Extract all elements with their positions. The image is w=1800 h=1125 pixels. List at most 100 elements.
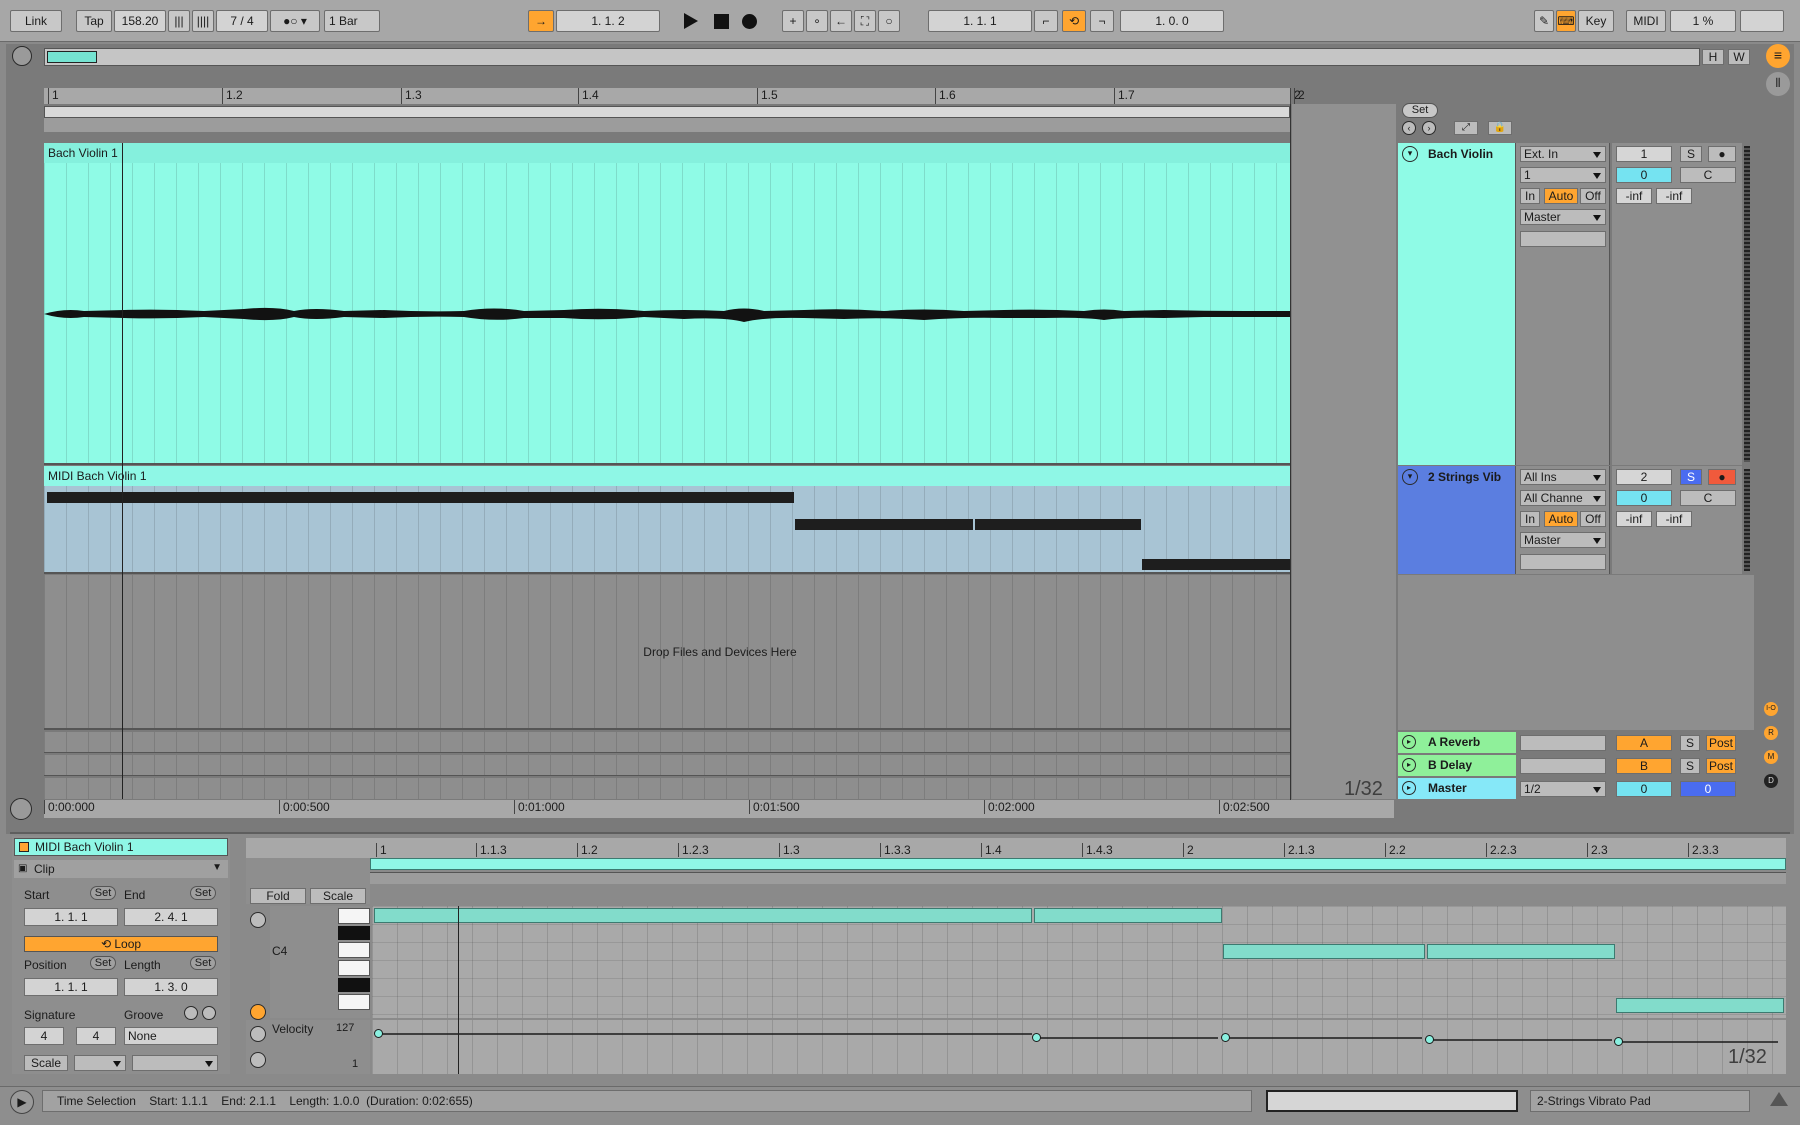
returns-toggle[interactable]: R xyxy=(1764,726,1778,740)
pan-field[interactable]: C xyxy=(1680,490,1736,506)
punch-out-icon[interactable]: ¬ xyxy=(1090,10,1114,32)
piano-keyboard[interactable]: C4 xyxy=(270,906,370,1018)
length-set-button[interactable]: Set xyxy=(190,956,216,970)
velocity-play-icon[interactable] xyxy=(250,1052,266,1068)
track-activator[interactable]: 1 xyxy=(1616,146,1672,162)
midi-note[interactable] xyxy=(1427,944,1615,959)
chevron-down-icon[interactable]: ▼ xyxy=(212,862,222,873)
tap-button[interactable]: Tap xyxy=(76,10,112,32)
white-key[interactable] xyxy=(338,908,370,924)
link-button[interactable]: Link xyxy=(10,10,62,32)
track-name[interactable]: 2 Strings Vib xyxy=(1428,470,1501,484)
loop-start-field[interactable]: 1. 1. 1 xyxy=(928,10,1032,32)
white-key[interactable] xyxy=(338,960,370,976)
master-volume-field[interactable]: 0 xyxy=(1616,781,1672,797)
output-dropdown[interactable]: Master xyxy=(1520,209,1606,225)
volume-field[interactable]: 0 xyxy=(1616,490,1672,506)
velocity-marker[interactable] xyxy=(1032,1033,1041,1042)
midi-editor-loop-bar[interactable] xyxy=(370,858,1786,870)
stop-icon[interactable] xyxy=(714,14,729,29)
post-button[interactable]: Post xyxy=(1706,758,1736,774)
master-name[interactable]: Master xyxy=(1428,781,1467,795)
midi-note[interactable] xyxy=(47,492,629,503)
loop-button[interactable]: ⟲ Loop xyxy=(24,936,218,952)
lock-icon[interactable]: 🔒 xyxy=(1488,121,1512,135)
punch-in-icon[interactable]: ⌐ xyxy=(1034,10,1058,32)
midi-note[interactable] xyxy=(628,492,794,503)
output-sub-field[interactable] xyxy=(1520,554,1606,570)
delay-toggle[interactable]: D xyxy=(1764,774,1778,788)
nudge-down-icon[interactable]: ||| xyxy=(168,10,190,32)
post-button[interactable]: Post xyxy=(1706,735,1736,751)
monitor-off-button[interactable]: Off xyxy=(1580,511,1606,527)
loop-length-field[interactable]: 1. 0. 0 xyxy=(1120,10,1224,32)
track-fold-icon[interactable]: ▾ xyxy=(1402,469,1418,485)
mixer-toggle[interactable]: M xyxy=(1764,750,1778,764)
midi-note[interactable] xyxy=(1034,908,1222,923)
input-type-dropdown[interactable]: All Ins xyxy=(1520,469,1606,485)
overview-h-button[interactable]: H xyxy=(1702,49,1724,65)
return-name[interactable]: A Reverb xyxy=(1428,735,1480,749)
midi-note[interactable] xyxy=(374,908,1032,923)
note-grid[interactable] xyxy=(372,906,1786,1018)
arm-button[interactable]: ● xyxy=(1708,146,1736,162)
return-io-field[interactable] xyxy=(1520,735,1606,751)
set-locator-button[interactable]: Set xyxy=(1402,103,1438,118)
volume-field[interactable]: 0 xyxy=(1616,167,1672,183)
master-pan-field[interactable]: 0 xyxy=(1680,781,1736,797)
start-set-button[interactable]: Set xyxy=(90,886,116,900)
input-channel-dropdown[interactable]: All Channe xyxy=(1520,490,1606,506)
velocity-marker[interactable] xyxy=(1425,1035,1434,1044)
groove-field[interactable]: None xyxy=(124,1027,218,1045)
midi-note[interactable] xyxy=(1616,998,1784,1013)
session-record-icon[interactable]: ○ xyxy=(878,10,900,32)
time-ruler[interactable]: 0:00:000 0:00:500 0:01:000 0:01:500 0:02… xyxy=(44,800,1394,818)
return-io-field[interactable] xyxy=(1520,758,1606,774)
length-field[interactable]: 1. 3. 0 xyxy=(124,978,218,996)
return-name[interactable]: B Delay xyxy=(1428,758,1472,772)
draw-mode-icon[interactable]: ✎ xyxy=(1534,10,1554,32)
pan-field[interactable]: C xyxy=(1680,167,1736,183)
position-field[interactable]: 1. 1. 1 xyxy=(24,978,118,996)
clip-title-bar[interactable]: MIDI Bach Violin 1 xyxy=(14,838,228,856)
velocity-marker[interactable] xyxy=(1614,1037,1623,1046)
automation-toggle-icon[interactable] xyxy=(10,798,32,820)
start-field[interactable]: 1. 1. 1 xyxy=(24,908,118,926)
groove-commit-icon[interactable] xyxy=(202,1006,216,1020)
return-lane-a[interactable] xyxy=(44,732,1290,753)
tempo-field[interactable]: 158.20 xyxy=(114,10,166,32)
beat-ruler[interactable]: 1 1.2 1.3 1.4 1.5 1.6 1.7 2 xyxy=(44,88,1301,104)
signature-numerator[interactable]: 4 xyxy=(24,1027,64,1045)
scale-name-dropdown[interactable] xyxy=(132,1055,218,1071)
monitor-off-button[interactable]: Off xyxy=(1580,188,1606,204)
io-toggle[interactable]: I-O xyxy=(1764,702,1778,716)
overview-viewport[interactable] xyxy=(47,51,97,63)
clip-section-header[interactable]: ▣ Clip ▼ xyxy=(14,860,228,878)
back-to-arrangement-icon[interactable]: ← xyxy=(830,10,852,32)
overview-w-button[interactable]: W xyxy=(1728,49,1750,65)
solo-button[interactable]: S xyxy=(1680,758,1700,774)
quantize-dropdown[interactable]: 1 Bar xyxy=(324,10,380,32)
black-key[interactable] xyxy=(338,926,370,940)
track-fold-icon[interactable]: ▸ xyxy=(1402,735,1416,749)
next-locator-icon[interactable]: › xyxy=(1422,121,1436,135)
output-dropdown[interactable]: Master xyxy=(1520,532,1606,548)
record-icon[interactable] xyxy=(742,14,757,29)
velocity-marker[interactable] xyxy=(374,1029,383,1038)
track-fold-icon[interactable]: ▸ xyxy=(1402,781,1416,795)
white-key[interactable] xyxy=(338,942,370,958)
arrangement-position-field[interactable]: 1. 1. 2 xyxy=(556,10,660,32)
prev-locator-icon[interactable]: ‹ xyxy=(1402,121,1416,135)
track-activator[interactable]: 2 xyxy=(1616,469,1672,485)
track-name[interactable]: Bach Violin xyxy=(1428,147,1493,161)
expand-icon[interactable]: ⤢ xyxy=(1454,121,1478,135)
show-detail-icon[interactable] xyxy=(1770,1092,1788,1106)
mixer-toggle-icon[interactable]: ⦀ xyxy=(1766,72,1790,96)
play-icon[interactable] xyxy=(684,13,698,29)
track-fold-icon[interactable]: ▾ xyxy=(1402,146,1418,162)
midi-note[interactable] xyxy=(795,519,973,530)
preview-icon[interactable] xyxy=(250,912,266,928)
midi-map-button[interactable]: MIDI xyxy=(1626,10,1666,32)
monitor-in-button[interactable]: In xyxy=(1520,511,1540,527)
scale-root-dropdown[interactable] xyxy=(74,1055,126,1071)
